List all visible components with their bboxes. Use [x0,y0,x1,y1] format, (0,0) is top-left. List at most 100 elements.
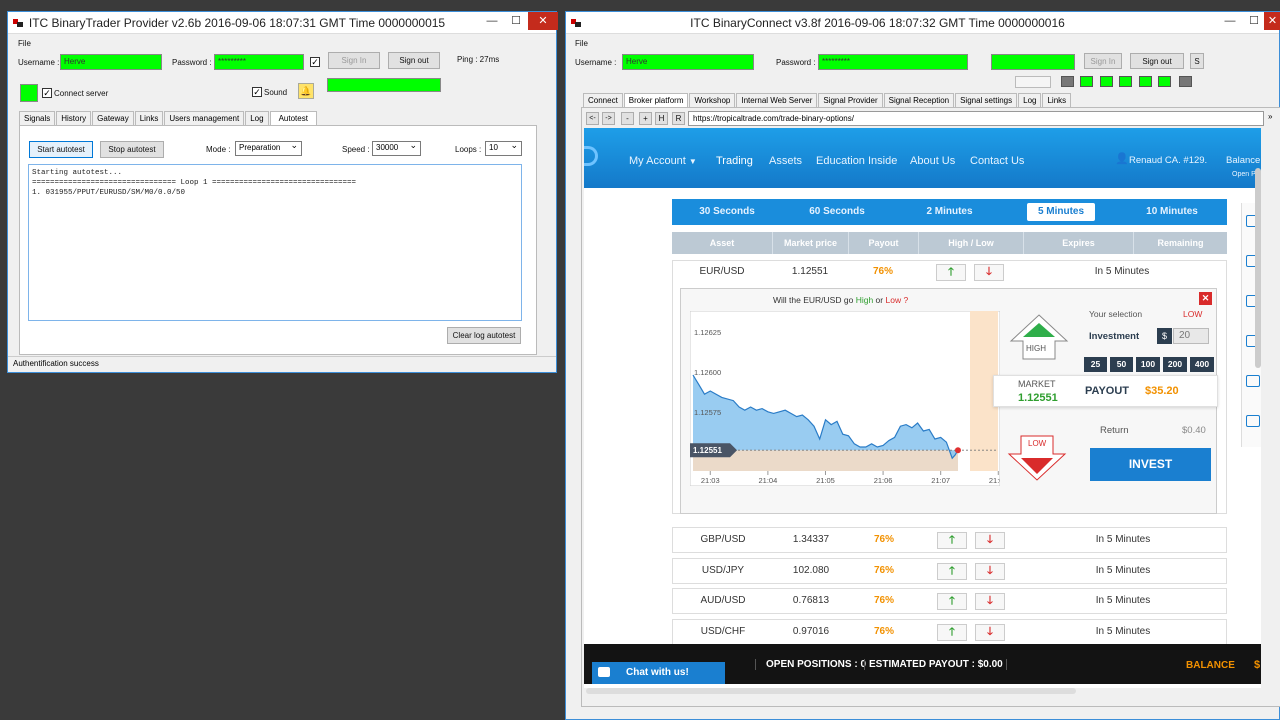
tab-log[interactable]: Log [1018,93,1042,107]
scrollbar-horizontal[interactable] [586,688,1076,694]
tab-autotest[interactable]: Autotest [269,111,317,126]
low-arrow-button[interactable]: 🡓 [975,624,1005,641]
tab-signal-reception[interactable]: Signal Reception [883,93,955,107]
x-tick-label: 21:06 [874,476,893,485]
tab-users-management[interactable]: Users management [164,111,245,125]
s-button[interactable]: S [1190,53,1204,69]
amount-50[interactable]: 50 [1110,357,1133,372]
amount-100[interactable]: 100 [1136,357,1160,372]
nav-education[interactable]: Education Inside [816,155,897,167]
start-autotest-button[interactable]: Start autotest [29,141,93,158]
tab-broker-platform[interactable]: Broker platform [623,93,689,108]
file-menu[interactable]: File [575,39,588,48]
side-tool-icon[interactable] [1246,415,1260,427]
stop-autotest-button[interactable]: Stop autotest [100,141,164,158]
high-arrow-button[interactable]: 🡑 [937,532,967,549]
remember-checkbox[interactable]: ✓ [310,57,320,67]
tab-signal-provider[interactable]: Signal Provider [818,93,883,107]
sign-in-button[interactable]: Sign In [328,52,380,69]
tab-30-seconds[interactable]: 30 Seconds [672,199,782,225]
tab-signals[interactable]: Signals [19,111,56,125]
tab-5-minutes[interactable]: 5 Minutes [1027,203,1095,221]
asset-row-eurusd[interactable]: EUR/USD 1.12551 76% 🡑 🡓 In 5 Minutes [672,260,1227,286]
low-arrow-button[interactable]: 🡓 [975,593,1005,610]
nav-assets[interactable]: Assets [769,155,802,167]
high-arrow-button[interactable]: 🡑 [937,624,967,641]
tab-connect[interactable]: Connect [583,93,623,107]
close-icon[interactable]: ✕ [528,12,558,30]
forward-button[interactable]: -> [602,112,615,125]
indicator-light [1158,76,1171,87]
tab-log[interactable]: Log [245,111,269,125]
nav-about[interactable]: About Us [910,155,955,167]
tab-workshop[interactable]: Workshop [689,93,736,107]
tab-2-minutes[interactable]: 2 Minutes [892,199,1007,225]
username-field[interactable]: Herve [60,54,162,70]
invest-button[interactable]: INVEST [1090,448,1211,481]
user-name[interactable]: Renaud CA. #129. [1129,155,1207,166]
high-arrow-button[interactable]: 🡑 [937,593,967,610]
loops-select[interactable]: 10 [485,140,522,156]
minimize-icon[interactable]: — [1218,12,1242,30]
nav-my-account[interactable]: My Account ▼ [629,155,697,167]
site-logo [584,146,598,166]
asset-row-usdjpy[interactable]: USD/JPY 102.080 76% 🡑 🡓 In 5 Minutes [672,558,1227,584]
password-field[interactable]: ********* [818,54,968,70]
tab-history[interactable]: History [56,111,92,125]
maximize-icon[interactable]: ☐ [504,12,528,30]
chat-button[interactable]: Chat with us! [592,662,725,684]
amount-400[interactable]: 400 [1190,357,1214,372]
scrollbar-vertical[interactable] [1255,168,1261,368]
sound-checkbox[interactable]: ✓ [252,87,262,97]
asset-name: USD/JPY [701,565,745,576]
password-field[interactable]: ********* [214,54,304,70]
sign-out-button[interactable]: Sign out [388,52,440,69]
investment-input[interactable]: 20 [1173,328,1209,344]
amount-25[interactable]: 25 [1084,357,1107,372]
maximize-icon[interactable]: ☐ [1242,12,1266,30]
asset-expires: In 5 Minutes [1094,266,1150,277]
low-button[interactable]: LOW [1007,434,1067,484]
speed-select[interactable]: 30000 [372,140,421,156]
connect-server-checkbox[interactable]: ✓ [42,88,52,98]
close-icon[interactable]: ✕ [1264,12,1280,30]
mode-select[interactable]: Preparation [235,140,302,156]
zoom-out-button[interactable]: - [621,112,634,125]
sign-in-button[interactable]: Sign In [1084,53,1122,69]
tab-links[interactable]: Links [134,111,164,125]
high-arrow-button[interactable]: 🡑 [937,563,967,580]
autotest-log[interactable]: Starting autotest... ===================… [28,164,522,321]
minimize-icon[interactable]: — [480,12,504,30]
clear-log-button[interactable]: Clear log autotest [447,327,521,344]
tab-internal-web-server[interactable]: Internal Web Server [736,93,818,107]
tab-signal-settings[interactable]: Signal settings [955,93,1018,107]
sign-out-button[interactable]: Sign out [1130,53,1184,69]
high-button[interactable]: HIGH [1009,313,1069,363]
home-button[interactable]: H [655,112,668,125]
tab-10-minutes[interactable]: 10 Minutes [1117,199,1227,225]
url-bar[interactable]: https://tropicaltrade.com/trade-binary-o… [688,111,1264,126]
tab-links[interactable]: Links [1042,93,1072,107]
high-arrow-button[interactable]: 🡑 [936,264,966,281]
asset-row-usdchf[interactable]: USD/CHF 0.97016 76% 🡑 🡓 In 5 Minutes [672,619,1227,645]
tab-gateway[interactable]: Gateway [92,111,134,125]
side-tool-icon[interactable] [1246,375,1260,387]
asset-payout: 76% [873,534,894,545]
bell-icon[interactable]: 🔔 [298,83,314,99]
refresh-button[interactable]: R [672,112,685,125]
url-go-icon[interactable]: » [1268,112,1280,125]
zoom-in-button[interactable]: + [639,112,652,125]
currency-badge: $ [1157,328,1172,344]
nav-contact[interactable]: Contact Us [970,155,1024,167]
username-field[interactable]: Herve [622,54,754,70]
amount-200[interactable]: 200 [1163,357,1187,372]
file-menu[interactable]: File [18,39,31,48]
low-arrow-button[interactable]: 🡓 [974,264,1004,281]
low-arrow-button[interactable]: 🡓 [975,532,1005,549]
asset-row-gbpusd[interactable]: GBP/USD 1.34337 76% 🡑 🡓 In 5 Minutes [672,527,1227,553]
nav-trading[interactable]: Trading [716,155,753,167]
low-arrow-button[interactable]: 🡓 [975,563,1005,580]
tab-60-seconds[interactable]: 60 Seconds [782,199,892,225]
back-button[interactable]: <- [586,112,599,125]
asset-row-audusd[interactable]: AUD/USD 0.76813 76% 🡑 🡓 In 5 Minutes [672,588,1227,614]
